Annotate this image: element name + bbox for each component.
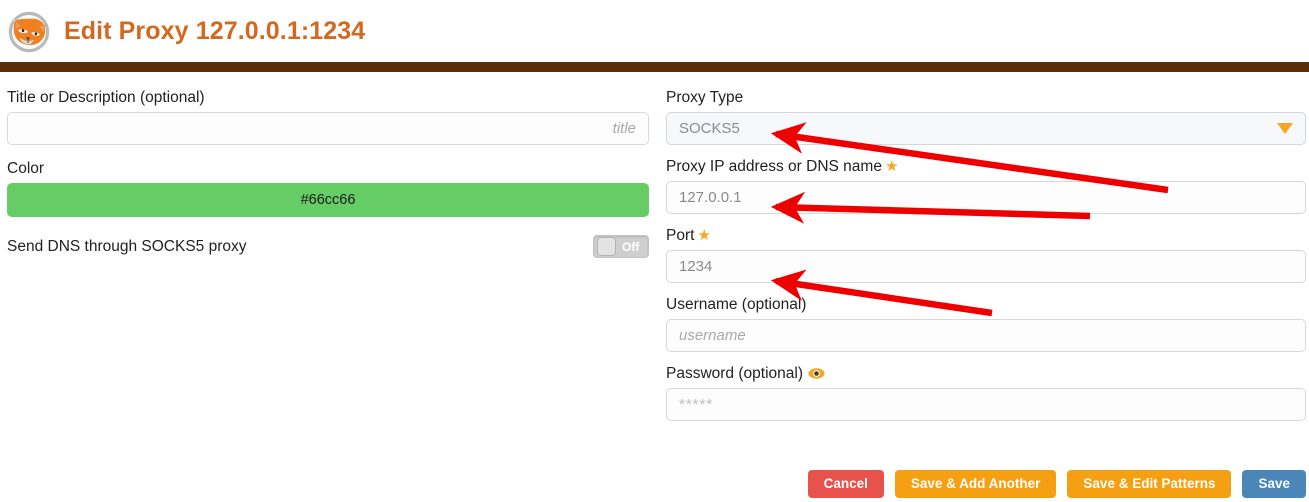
proxy-type-value: SOCKS5 [679, 120, 740, 137]
cancel-button[interactable]: Cancel [807, 470, 884, 498]
eye-icon[interactable] [808, 367, 825, 380]
proxy-host-label: Proxy IP address or DNS name ★ [666, 157, 1306, 177]
port-label-text: Port [666, 227, 695, 244]
foxyproxy-fox-icon [8, 11, 50, 53]
title-input-placeholder: title [612, 120, 636, 137]
save-and-add-another-button[interactable]: Save & Add Another [894, 470, 1057, 498]
proxy-type-label: Proxy Type [666, 89, 744, 106]
proxy-host-value: 127.0.0.1 [679, 189, 742, 206]
save-and-edit-patterns-button[interactable]: Save & Edit Patterns [1067, 470, 1232, 498]
port-label: Port ★ [666, 226, 1306, 246]
left-column: Title or Description (optional) title Co… [7, 88, 649, 258]
title-field-label: Title or Description (optional) [7, 89, 205, 106]
proxy-type-select[interactable]: SOCKS5 [666, 112, 1306, 145]
page-title: Edit Proxy 127.0.0.1:1234 [64, 16, 366, 45]
proxy-host-label-text: Proxy IP address or DNS name [666, 158, 882, 175]
username-label: Username (optional) [666, 296, 807, 313]
password-label: Password (optional) [666, 364, 1306, 384]
dns-toggle-switch[interactable]: Off [593, 235, 649, 258]
form-button-bar: Cancel Save & Add Another Save & Edit Pa… [0, 470, 1306, 498]
title-input[interactable]: title [7, 112, 649, 145]
port-input[interactable]: 1234 [666, 250, 1306, 283]
password-placeholder: ***** [679, 396, 714, 413]
proxy-host-input[interactable]: 127.0.0.1 [666, 181, 1306, 214]
page-header: Edit Proxy 127.0.0.1:1234 [0, 0, 1309, 62]
right-column: Proxy Type SOCKS5 Proxy IP address or DN… [666, 88, 1306, 421]
save-button[interactable]: Save [1242, 470, 1306, 498]
dns-toggle-state: Off [622, 239, 640, 254]
username-placeholder: username [679, 327, 746, 344]
password-label-text: Password (optional) [666, 365, 803, 382]
star-icon: ★ [697, 227, 711, 244]
port-value: 1234 [679, 258, 713, 275]
color-field-label: Color [7, 160, 45, 177]
color-swatch[interactable]: #66cc66 [7, 183, 649, 217]
color-value-text: #66cc66 [300, 192, 356, 208]
header-divider [0, 62, 1309, 72]
chevron-down-icon [1277, 123, 1293, 134]
dns-toggle-knob [597, 237, 616, 256]
star-icon: ★ [884, 158, 899, 175]
password-input[interactable]: ***** [666, 388, 1306, 421]
dns-toggle-label: Send DNS through SOCKS5 proxy [7, 237, 247, 255]
username-input[interactable]: username [666, 319, 1306, 352]
dns-toggle-row: Send DNS through SOCKS5 proxy Off [7, 235, 649, 258]
